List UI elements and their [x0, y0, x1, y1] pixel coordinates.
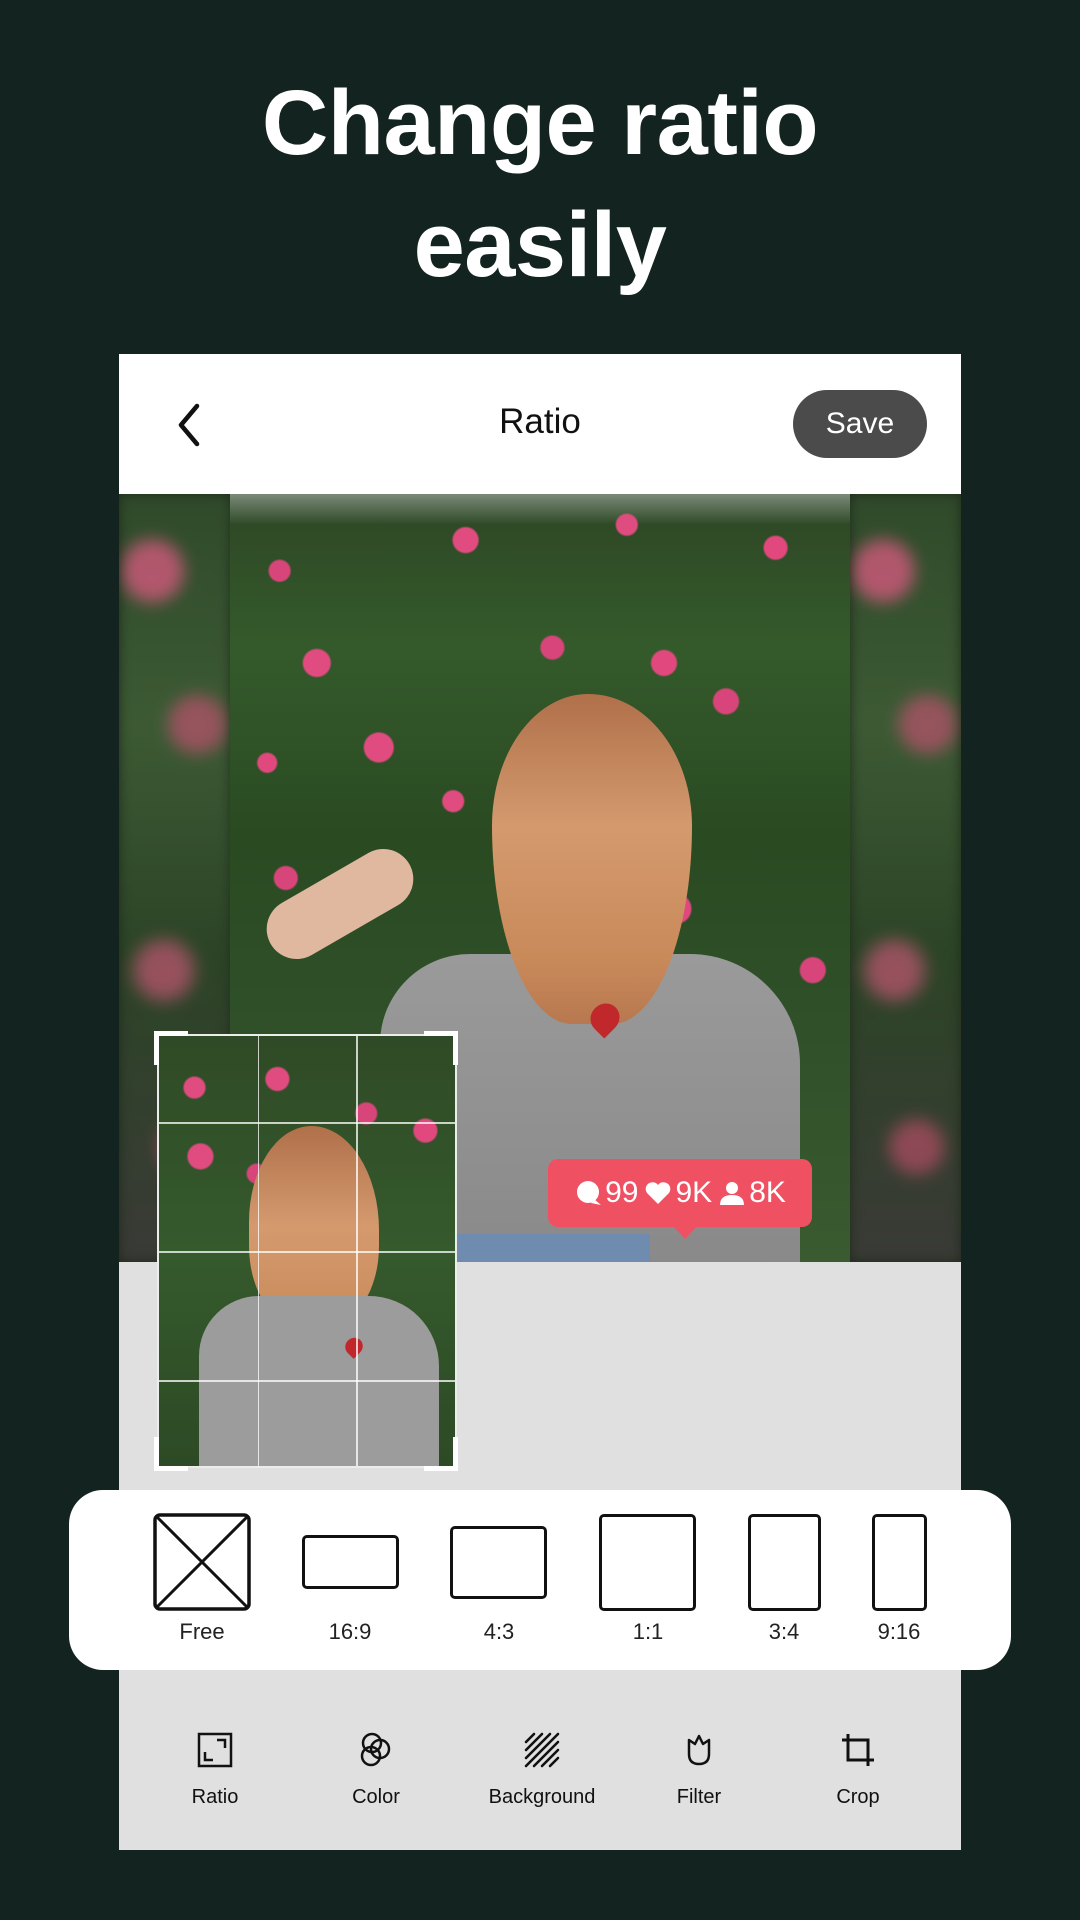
ratio-4-3-icon[interactable]: [450, 1526, 547, 1599]
crop-handle-bottom-left[interactable]: [154, 1437, 188, 1471]
headline-line-1: Change ratio: [261, 72, 819, 174]
color-icon: [360, 1732, 391, 1767]
ratio-1-1-icon[interactable]: [599, 1514, 696, 1611]
grid-line: [159, 1122, 455, 1124]
ratio-3-4-icon[interactable]: [748, 1514, 821, 1611]
crop-handle-bottom-right[interactable]: [424, 1437, 458, 1471]
ratio-options-panel: Free 16:9 4:3 1:1 3:4 9:16: [69, 1490, 1011, 1670]
ratio-label-free: Free: [179, 1619, 225, 1644]
toolbar-background[interactable]: Background: [472, 1732, 612, 1822]
social-stats-badge: 99 9K 8K: [548, 1159, 812, 1239]
grid-line: [159, 1251, 455, 1253]
crop-preview[interactable]: [157, 1034, 457, 1468]
headline: Change ratio easily: [0, 62, 1080, 306]
toolbar-color[interactable]: Color: [306, 1732, 446, 1822]
toolbar-crop[interactable]: Crop: [788, 1732, 928, 1822]
toolbar-filter[interactable]: Filter: [629, 1732, 769, 1822]
photo-hair: [492, 694, 692, 1024]
toolbar-label-color: Color: [352, 1786, 400, 1808]
background-icon: [524, 1732, 560, 1768]
toolbar-ratio[interactable]: Ratio: [145, 1732, 285, 1822]
crop-icon: [842, 1734, 874, 1766]
ratio-label-4-3[interactable]: 4:3: [484, 1619, 515, 1645]
comments-stat: 99: [574, 1176, 638, 1210]
app-header: Ratio Save: [119, 354, 961, 494]
grid-line: [159, 1380, 455, 1382]
save-button[interactable]: Save: [793, 390, 927, 458]
ratio-9-16-icon[interactable]: [872, 1514, 927, 1611]
ratio-icon: [197, 1732, 233, 1768]
headline-line-2: easily: [413, 194, 667, 296]
ratio-16-9-icon[interactable]: [302, 1535, 399, 1589]
filter-icon: [687, 1734, 711, 1766]
toolbar-label-background: Background: [488, 1786, 596, 1808]
comment-icon: [577, 1181, 602, 1205]
followers-count: 8K: [749, 1176, 786, 1209]
followers-stat: 8K: [718, 1176, 786, 1210]
crop-handle-top-right[interactable]: [424, 1031, 458, 1065]
blurred-background-right: [850, 494, 961, 1262]
heart-icon: [646, 1182, 671, 1204]
toolbar-label-ratio: Ratio: [191, 1786, 239, 1808]
user-icon: [720, 1182, 745, 1205]
photo-jeans: [450, 1234, 650, 1262]
ratio-label-1-1[interactable]: 1:1: [633, 1619, 664, 1645]
crop-handle-top-left[interactable]: [154, 1031, 188, 1065]
toolbar-label-filter: Filter: [676, 1786, 722, 1808]
ratio-label-9-16[interactable]: 9:16: [878, 1619, 921, 1645]
toolbar-label-crop: Crop: [836, 1786, 880, 1808]
ratio-label-16-9[interactable]: 16:9: [329, 1619, 372, 1645]
ratio-label-3-4[interactable]: 3:4: [769, 1619, 800, 1645]
likes-count: 9K: [675, 1176, 713, 1209]
comments-count: 99: [605, 1176, 639, 1209]
photo-arm: [255, 838, 425, 970]
likes-stat: 9K: [644, 1176, 712, 1210]
free-ratio-icon: [153, 1513, 251, 1611]
crop-photo-shirt: [199, 1296, 439, 1466]
